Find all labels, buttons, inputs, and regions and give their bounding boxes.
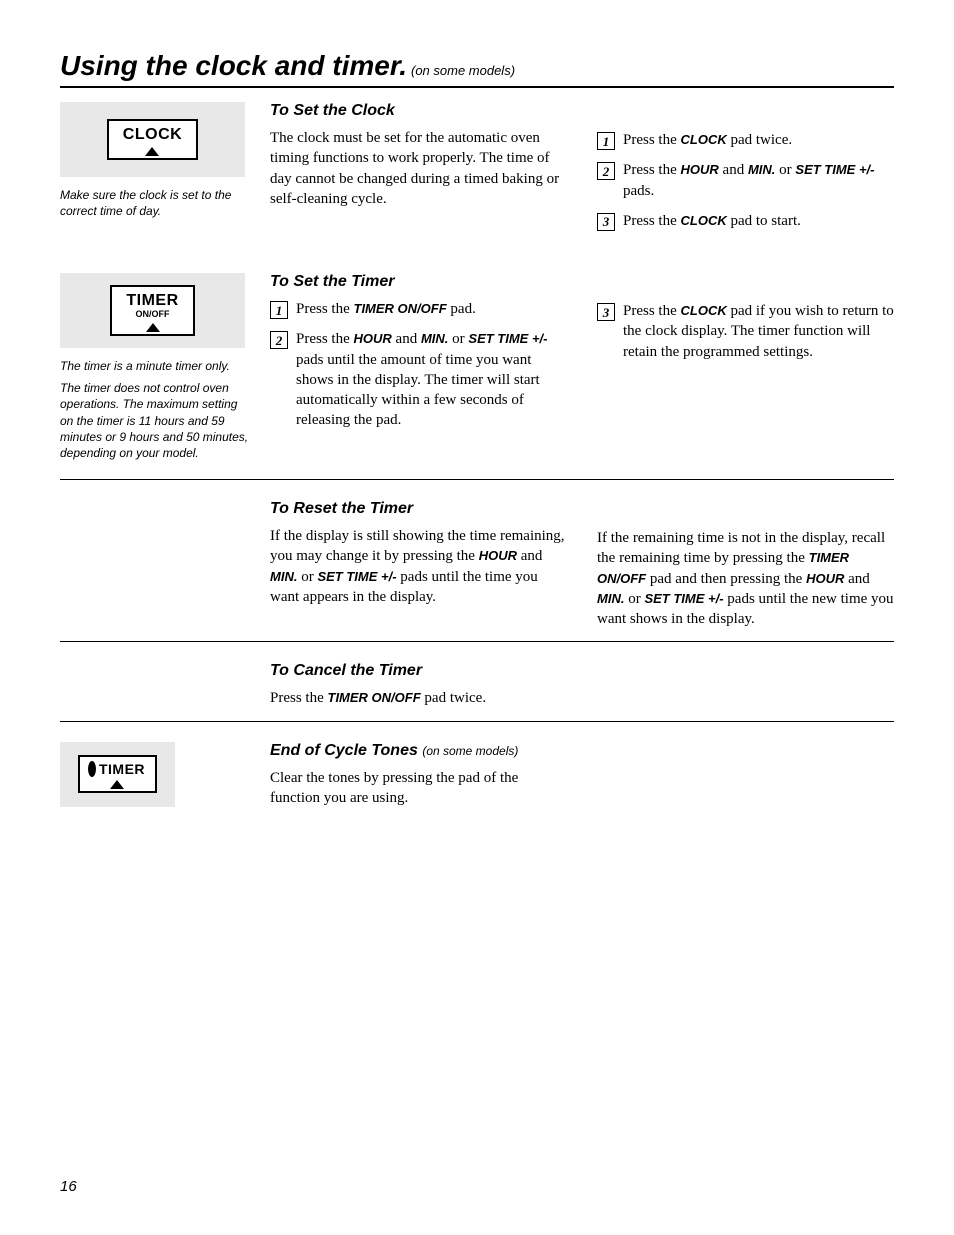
step-3: 3 Press the CLOCK pad if you wish to ret… — [597, 301, 894, 362]
page-number: 16 — [60, 1178, 77, 1195]
section-heading: To Set the Clock — [270, 102, 567, 120]
step-number-icon: 2 — [597, 162, 615, 180]
section-heading: To Reset the Timer — [270, 500, 567, 518]
clock-caption: Make sure the clock is set to the correc… — [60, 187, 254, 219]
step-1: 1 Press the CLOCK pad twice. — [597, 130, 894, 150]
section-reset-timer: To Reset the Timer If the display is sti… — [60, 500, 894, 642]
pad-label: TIMER — [126, 293, 178, 309]
clock-pad-illustration: CLOCK — [60, 102, 245, 177]
step-2: 2 Press the HOUR and MIN. or SET TIME +/… — [270, 329, 567, 430]
section-heading: To Set the Timer — [270, 273, 567, 291]
end-cycle-text: Clear the tones by pressing the pad of t… — [270, 768, 567, 809]
reset-right-text: If the remaining time is not in the disp… — [597, 528, 894, 629]
step-number-icon: 3 — [597, 303, 615, 321]
timer-caption-2: The timer does not control oven operatio… — [60, 380, 254, 461]
section-cancel-timer: To Cancel the Timer Press the TIMER ON/O… — [60, 662, 894, 721]
page-title: Using the clock and timer. — [60, 50, 407, 81]
step-number-icon: 2 — [270, 331, 288, 349]
step-number-icon: 1 — [270, 301, 288, 319]
intro-text: The clock must be set for the automatic … — [270, 128, 567, 209]
step-1: 1 Press the TIMER ON/OFF pad. — [270, 299, 567, 319]
triangle-up-icon — [110, 780, 124, 789]
step-2: 2 Press the HOUR and MIN. or SET TIME +/… — [597, 160, 894, 201]
timer-pad-illustration-2: TIMER — [60, 742, 175, 807]
pad-sublabel: ON/OFF — [136, 310, 170, 319]
timer-pad-illustration: TIMER ON/OFF — [60, 273, 245, 348]
pad-label: CLOCK — [123, 127, 182, 143]
oval-icon — [88, 761, 96, 777]
pad-label: TIMER — [99, 762, 145, 776]
section-heading: To Cancel the Timer — [270, 662, 567, 680]
step-number-icon: 3 — [597, 213, 615, 231]
step-3: 3 Press the CLOCK pad to start. — [597, 211, 894, 231]
reset-left-text: If the display is still showing the time… — [270, 526, 567, 607]
timer-caption-1: The timer is a minute timer only. — [60, 358, 254, 374]
step-number-icon: 1 — [597, 132, 615, 150]
section-set-timer: TIMER ON/OFF The timer is a minute timer… — [60, 273, 894, 480]
page-header: Using the clock and timer. (on some mode… — [60, 50, 894, 88]
cancel-text: Press the TIMER ON/OFF pad twice. — [270, 688, 567, 708]
triangle-up-icon — [146, 323, 160, 332]
section-heading: End of Cycle Tones (on some models) — [270, 742, 567, 760]
triangle-up-icon — [145, 147, 159, 156]
page-title-suffix: (on some models) — [411, 63, 515, 78]
section-end-cycle-tones: TIMER End of Cycle Tones (on some models… — [60, 742, 894, 829]
section-set-clock: CLOCK Make sure the clock is set to the … — [60, 102, 894, 253]
